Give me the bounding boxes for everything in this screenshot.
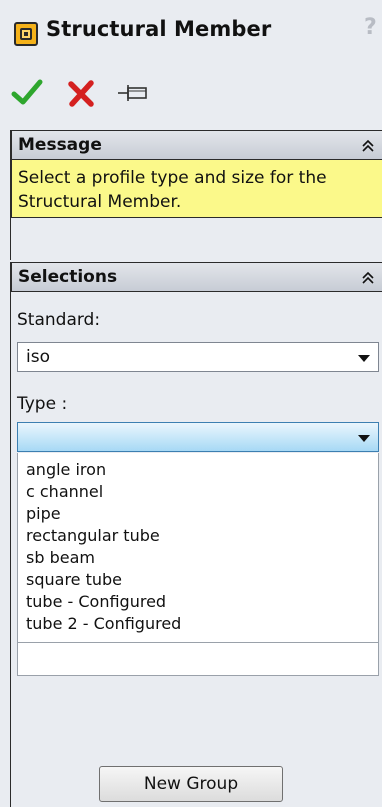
type-option[interactable]: tube 2 - Configured xyxy=(18,613,378,635)
type-option[interactable]: c channel xyxy=(18,481,378,503)
type-option[interactable]: angle iron xyxy=(18,459,378,481)
selections-header[interactable]: Selections xyxy=(11,262,382,292)
standard-label: Standard: xyxy=(17,310,101,330)
type-dropdown-list: angle iron c channel pipe rectangular tube s… xyxy=(17,453,379,676)
message-text: Select a profile type and size for the S… xyxy=(11,160,382,218)
checkmark-icon xyxy=(11,79,43,105)
pin-button[interactable] xyxy=(116,76,150,110)
dropdown-arrow-icon[interactable] xyxy=(358,435,370,442)
standard-value: iso xyxy=(26,347,50,367)
type-option[interactable]: tube - Configured xyxy=(18,591,378,613)
structural-member-icon xyxy=(14,22,38,46)
message-header[interactable]: Message xyxy=(11,130,382,160)
type-label: Type : xyxy=(17,394,68,414)
type-dropdown[interactable] xyxy=(17,422,379,452)
action-toolbar xyxy=(0,76,382,116)
list-divider xyxy=(18,642,378,643)
collapse-chevron-icon[interactable] xyxy=(359,269,377,287)
message-panel: Message Select a profile type and size f… xyxy=(10,130,382,260)
collapse-chevron-icon[interactable] xyxy=(359,137,377,155)
cancel-button[interactable] xyxy=(64,76,98,110)
type-option[interactable]: rectangular tube xyxy=(18,525,378,547)
property-manager-titlebar: Structural Member ? xyxy=(0,0,382,60)
type-option[interactable]: pipe xyxy=(18,503,378,525)
new-group-button[interactable]: New Group xyxy=(99,766,283,802)
selections-panel: Selections Standard: iso Type : angle ir… xyxy=(10,262,382,807)
message-header-label: Message xyxy=(18,135,102,155)
dropdown-arrow-icon[interactable] xyxy=(358,355,370,362)
selections-header-label: Selections xyxy=(18,267,118,287)
help-icon[interactable]: ? xyxy=(364,15,377,40)
pushpin-icon xyxy=(118,85,147,101)
standard-dropdown[interactable]: iso xyxy=(17,342,379,372)
type-options: angle iron c channel pipe rectangular tube s… xyxy=(18,453,378,635)
red-x-icon xyxy=(68,80,94,107)
ok-button[interactable] xyxy=(10,76,44,110)
type-option[interactable]: sb beam xyxy=(18,547,378,569)
page-title: Structural Member xyxy=(46,17,272,41)
type-option[interactable]: square tube xyxy=(18,569,378,591)
